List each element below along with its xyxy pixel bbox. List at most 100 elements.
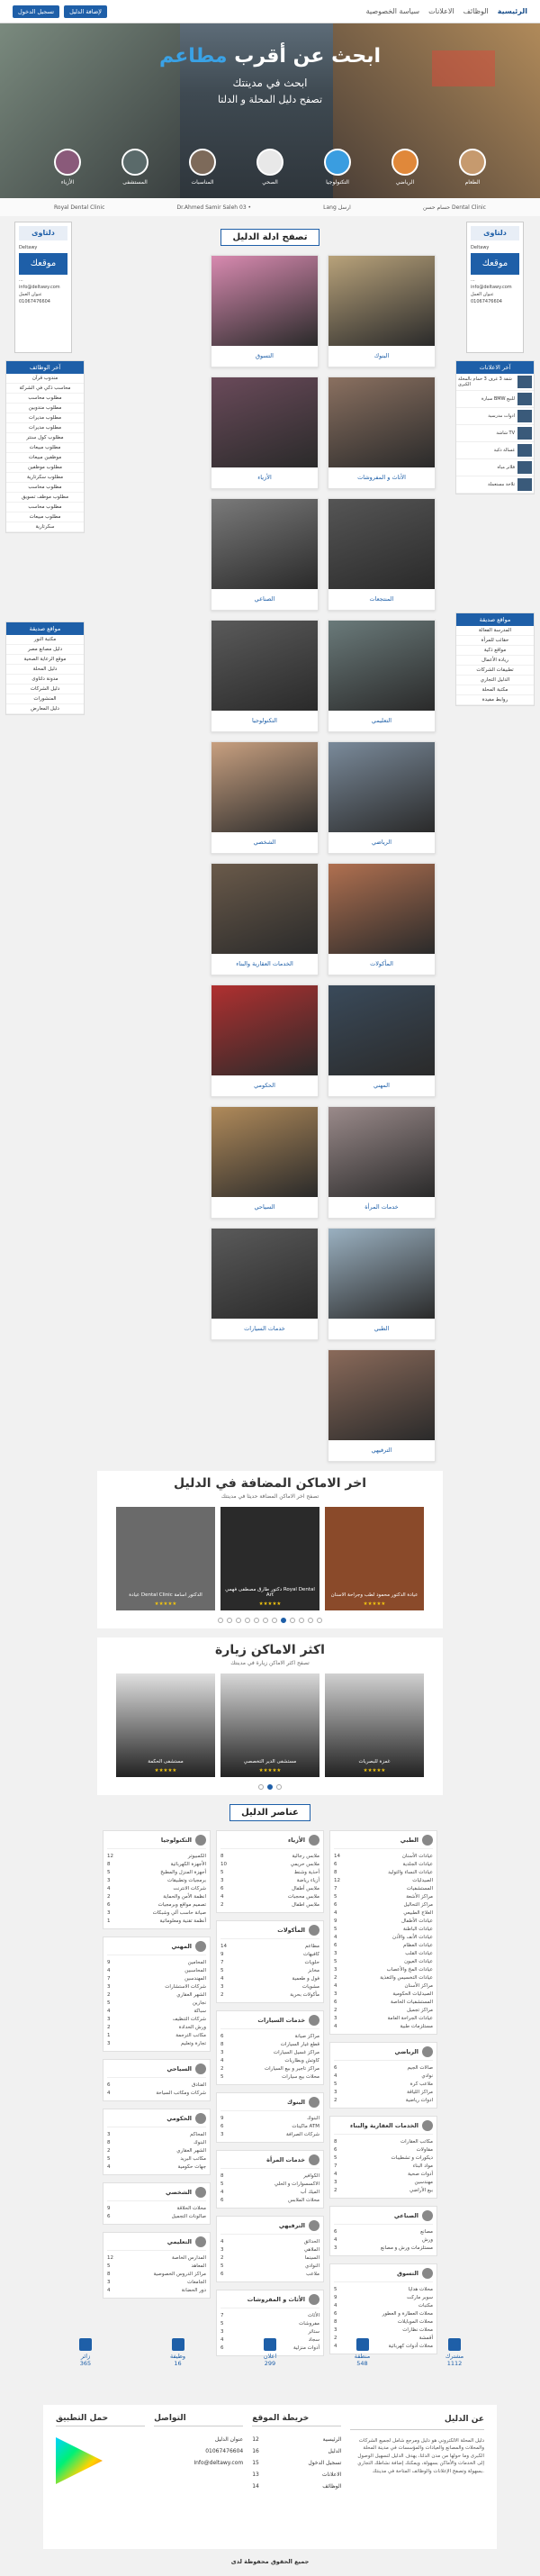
nav-privacy[interactable]: سياسة الخصوصية	[366, 7, 419, 15]
element-row[interactable]: شركات الانترنت 4	[107, 1884, 206, 1892]
element-row[interactable]: ملابس رجالية 8	[220, 1852, 320, 1860]
category-card[interactable]: السياحي	[211, 1106, 319, 1219]
element-box-header[interactable]: الرياضي	[334, 2046, 433, 2061]
element-box-header[interactable]: السياحي	[107, 2064, 206, 2078]
element-box-header[interactable]: خدمات المرأة	[220, 2154, 320, 2169]
category-card[interactable]: التعليمي	[328, 620, 436, 732]
element-row[interactable]: محلات الملابس 6	[220, 2196, 320, 2204]
element-row[interactable]: ورش الحدادة 2	[107, 2023, 206, 2031]
category-card[interactable]: المأكولات	[328, 863, 436, 975]
place-slide[interactable]: غمزة للبصريات ★★★★★	[325, 1673, 424, 1777]
element-row[interactable]: ملابس اطفال 2	[220, 1900, 320, 1909]
job-item[interactable]: مطلوب كول سنتر	[6, 433, 84, 443]
contact-phone[interactable]: 01067476604	[154, 2445, 243, 2457]
place-slide[interactable]: دكتور طارق مصطفى فهمي Royal Dental Art ★★…	[220, 1507, 320, 1610]
element-row[interactable]: المحامين 9	[107, 1958, 206, 1966]
category-card[interactable]: المنتجعات	[328, 498, 436, 611]
element-row[interactable]: مستلزمات ورش و مصانع 3	[334, 2244, 433, 2252]
job-item[interactable]: مطلوب مبيعات	[6, 443, 84, 453]
site-link[interactable]: مكتبة المحلة	[456, 685, 534, 695]
element-row[interactable]: البنوك 8	[107, 2138, 206, 2146]
element-box-header[interactable]: الأثاث و المفروشات	[220, 2294, 320, 2308]
element-box-header[interactable]: الأزياء	[220, 1835, 320, 1849]
element-row[interactable]: الاكسسوارات و الحلي 5	[220, 2180, 320, 2188]
element-row[interactable]: عيادات التخسيس والتغذية 2	[334, 1973, 433, 1982]
element-row[interactable]: أدوات صحية 4	[334, 2170, 433, 2178]
category-card[interactable]: البنوك	[328, 255, 436, 367]
category-card[interactable]: التسوق	[211, 255, 319, 367]
element-row[interactable]: البنوك 9	[220, 2114, 320, 2122]
element-row[interactable]: محلات نظارات 3	[334, 2326, 433, 2334]
slider-dot[interactable]	[308, 1618, 313, 1623]
element-row[interactable]: شركات ومكاتب السياحة 4	[107, 2089, 206, 2097]
element-row[interactable]: مراكز الأسنان 4	[334, 1982, 433, 1990]
element-box-header[interactable]: الصناعي	[334, 2210, 433, 2225]
contact-email[interactable]: Info@deltawy.com	[154, 2457, 243, 2469]
element-row[interactable]: أنظمة تقنية ومعلوماتية 1	[107, 1917, 206, 1925]
slider-dot[interactable]	[317, 1618, 322, 1623]
element-row[interactable]: مراكز تجميل 2	[334, 2006, 433, 2014]
element-row[interactable]: محلات العطارة و العطور 6	[334, 2309, 433, 2317]
element-row[interactable]: تصميم مواقع وبرمجيات 6	[107, 1900, 206, 1909]
slider-dot[interactable]	[276, 1784, 282, 1790]
site-link[interactable]: دليل مصانع مصر	[6, 645, 84, 655]
ad-item[interactable]: فلاتر مياه	[456, 459, 534, 476]
element-row[interactable]: المعاهد 5	[107, 2262, 206, 2270]
add-listing-button[interactable]: لإضافة الدليل	[64, 5, 107, 18]
ad-item[interactable]: شقة 3 غرف 3 حمام بالمحلة الكبرى	[456, 374, 534, 391]
element-box-header[interactable]: الخدمات العقارية والبناء	[334, 2120, 433, 2135]
element-row[interactable]: الصيدليات الحكومية 3	[334, 1990, 433, 1998]
element-row[interactable]: ملابس حريمي 10	[220, 1860, 320, 1868]
element-row[interactable]: كاوتش وبطاريات 4	[220, 2056, 320, 2064]
category-card[interactable]: خدمات السيارات	[211, 1228, 319, 1340]
category-card[interactable]: المهني	[328, 984, 436, 1097]
category-card[interactable]: الرياضي	[328, 741, 436, 854]
element-box-header[interactable]: التسوق	[334, 2268, 433, 2282]
element-row[interactable]: انظمة الأمن والحماية 2	[107, 1892, 206, 1900]
google-play-icon[interactable]	[56, 2437, 103, 2484]
element-row[interactable]: عيادات القلب 3	[334, 1949, 433, 1957]
element-row[interactable]: عيادات الباطنة 5	[334, 1925, 433, 1933]
element-row[interactable]: المحاسبين 4	[107, 1966, 206, 1974]
site-link[interactable]: المنشورات	[6, 694, 84, 704]
slider-dot[interactable]	[263, 1618, 268, 1623]
element-row[interactable]: بيع الأراضي 2	[334, 2186, 433, 2194]
job-item[interactable]: سكرتارية	[6, 522, 84, 532]
category-card[interactable]: الخدمات العقارية والبناء	[211, 863, 319, 975]
element-row[interactable]: مراكز اللياقة 3	[334, 2088, 433, 2096]
ad-banner-right[interactable]: دلتاوى Deltawy موقعك ... info@deltawy.co…	[466, 222, 524, 353]
element-row[interactable]: عيادات الجراحة العامة 3	[334, 2014, 433, 2022]
ad-item[interactable]: سيارة BMW للبيع	[456, 391, 534, 408]
site-link[interactable]: ريادة الأعمال	[456, 656, 534, 666]
site-link[interactable]: تطبيقات الشركات	[456, 666, 534, 676]
element-row[interactable]: الجامعات 3	[107, 2278, 206, 2286]
element-row[interactable]: مكتبات 4	[334, 2301, 433, 2309]
category-card[interactable]: الترفيهي	[328, 1349, 436, 1462]
hero-cat[interactable]: التكنولوجيا	[320, 149, 356, 186]
element-row[interactable]: مراكز غسيل السيارات 3	[220, 2048, 320, 2056]
job-item[interactable]: مطلوب مندوبين	[6, 404, 84, 413]
job-item[interactable]: مطلوب موظف تسويق	[6, 493, 84, 503]
sitemap-link[interactable]: تسجيل الدخول 15	[252, 2457, 341, 2469]
category-card[interactable]: الصناعي	[211, 498, 319, 611]
element-row[interactable]: مهندسين 3	[334, 2178, 433, 2186]
job-item[interactable]: مطلوب محاسب	[6, 394, 84, 404]
element-row[interactable]: الكوافير 8	[220, 2172, 320, 2180]
category-card[interactable]: خدمات المرأة	[328, 1106, 436, 1219]
site-link[interactable]: مدونة دلتاوى	[6, 675, 84, 685]
ad-item[interactable]: ادوات مدرسية	[456, 408, 534, 425]
element-row[interactable]: المهندسين 7	[107, 1974, 206, 1982]
hero-cat[interactable]: الطعام	[454, 149, 490, 186]
category-card[interactable]: الأزياء	[211, 376, 319, 489]
element-row[interactable]: مراكز الأشعة 5	[334, 1892, 433, 1900]
element-row[interactable]: ملابس محجبات 4	[220, 1892, 320, 1900]
ticker-item[interactable]: Dr.Ahmed Samir Saleh 03 •	[176, 204, 251, 211]
login-button[interactable]: تسجيل الدخول	[13, 5, 60, 18]
slider-dot[interactable]	[245, 1618, 250, 1623]
element-row[interactable]: مستلزمات طبية 4	[334, 2022, 433, 2030]
element-row[interactable]: كافيهات 9	[220, 1950, 320, 1958]
element-row[interactable]: مكاتب العقارات 8	[334, 2137, 433, 2145]
element-row[interactable]: الصيدليات 12	[334, 1876, 433, 1884]
element-row[interactable]: عيادات الأسنان 14	[334, 1852, 433, 1860]
ticker-item[interactable]: Royal Dental Clinic	[54, 204, 104, 211]
